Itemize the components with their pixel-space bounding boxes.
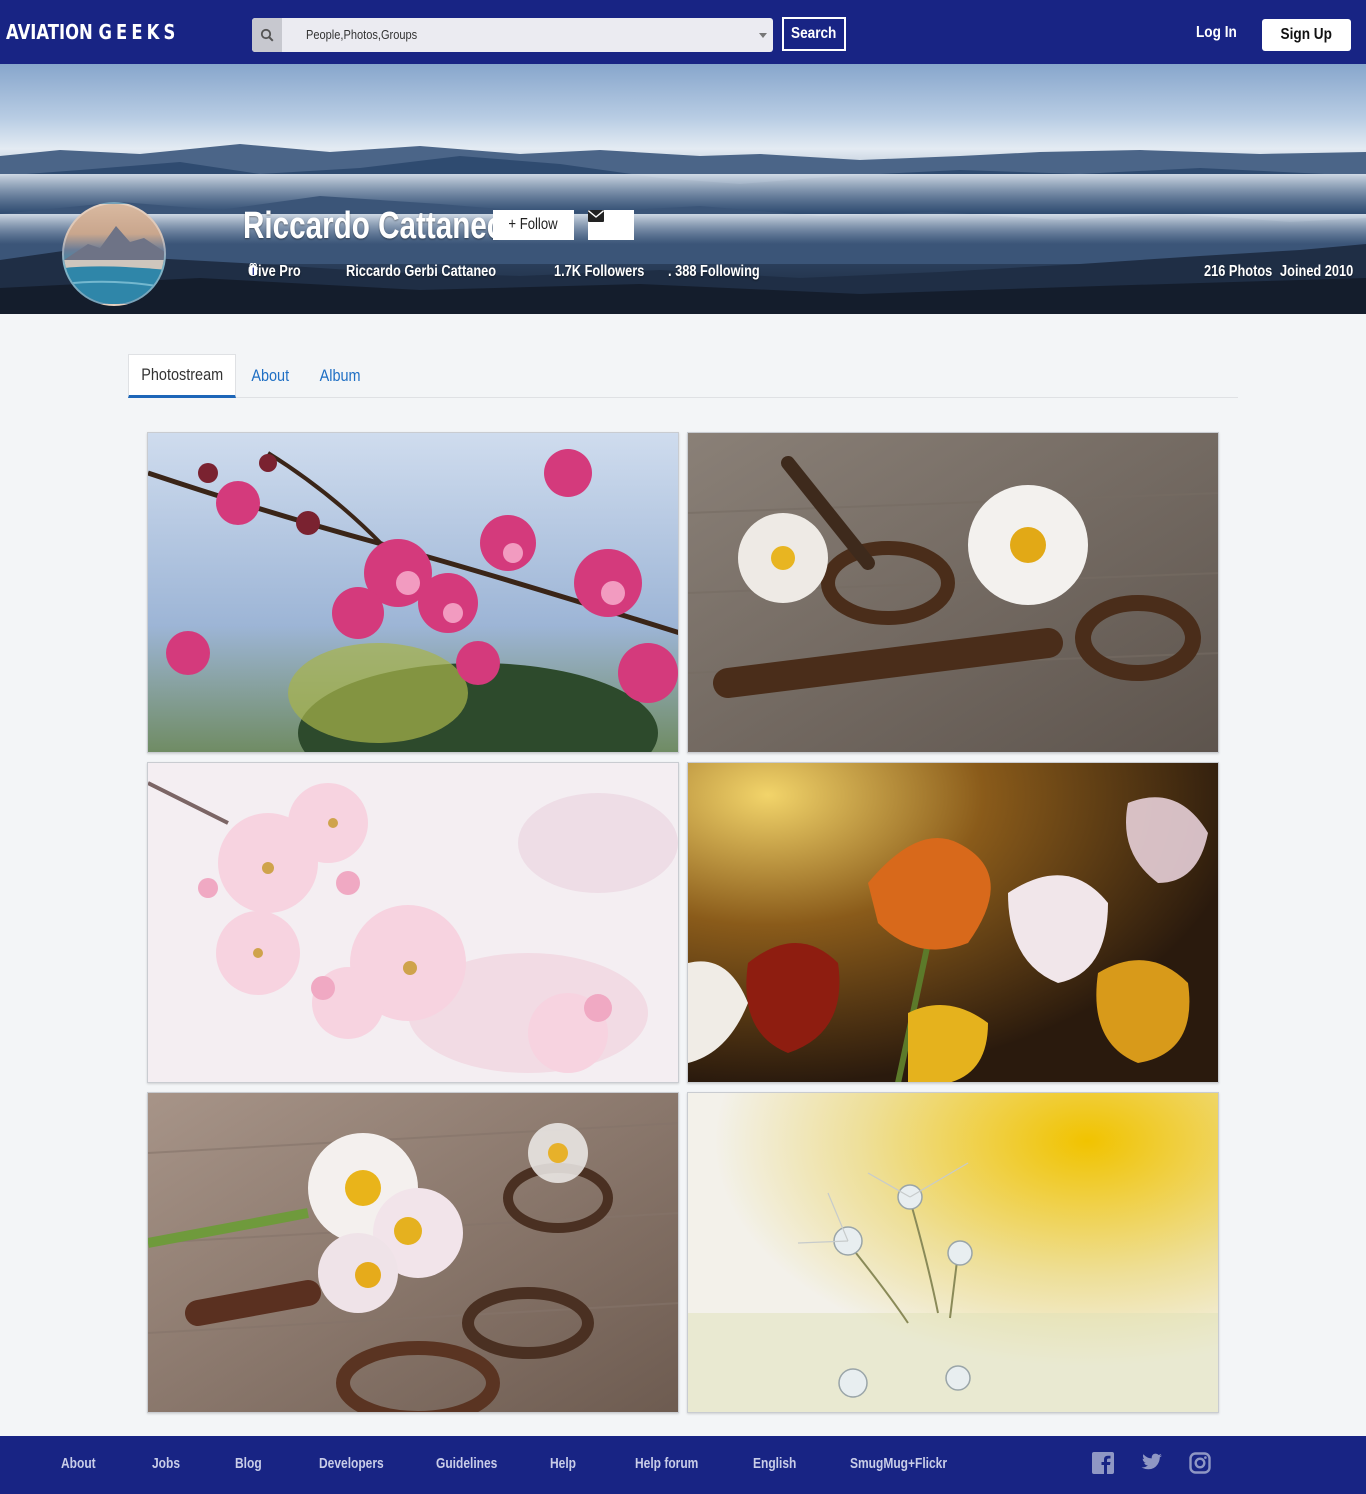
facebook-icon[interactable]: [1092, 1452, 1116, 1476]
give-pro-link[interactable]: Give Pro: [248, 263, 301, 281]
logo-prefix: AVIATION: [6, 20, 99, 44]
follow-button[interactable]: + Follow: [493, 210, 574, 240]
dandelion-droplets-image: [688, 1093, 1218, 1412]
twitter-icon[interactable]: [1141, 1452, 1165, 1476]
profile-avatar[interactable]: [62, 202, 166, 306]
tab-about[interactable]: About: [251, 354, 289, 398]
footer-link-developers[interactable]: Developers: [319, 1455, 384, 1472]
search-icon[interactable]: [252, 18, 282, 52]
joined-date: Joined 2010: [1280, 263, 1354, 280]
chevron-down-icon[interactable]: [759, 33, 767, 38]
footer-link-smugmug-flickr[interactable]: SmugMug+Flickr: [850, 1455, 947, 1472]
footer-link-blog[interactable]: Blog: [235, 1455, 262, 1472]
tulips-image: [688, 763, 1218, 1082]
gift-icon: [248, 263, 258, 275]
photo-tile[interactable]: [687, 762, 1219, 1083]
footer-link-guidelines[interactable]: Guidelines: [436, 1455, 497, 1472]
top-navigation-bar: AVIATION GEEKS People,Photos,Groups Sear…: [0, 0, 1366, 64]
footer-link-language[interactable]: English: [753, 1455, 796, 1472]
logo-suffix: GEEKS: [98, 20, 180, 44]
footer-link-help[interactable]: Help: [550, 1455, 576, 1472]
tab-label: Album: [319, 366, 361, 385]
photo-tile[interactable]: [687, 1092, 1219, 1413]
pink-blossoms-image: [148, 433, 678, 752]
footer-link-jobs[interactable]: Jobs: [152, 1455, 180, 1472]
daisies-keys-image: [688, 433, 1218, 752]
avatar-image: [64, 226, 164, 304]
search-button-label: Search: [791, 25, 837, 42]
site-footer: About Jobs Blog Developers Guidelines He…: [0, 1436, 1366, 1494]
signup-button-label: Sign Up: [1280, 26, 1333, 43]
tab-label: About: [251, 366, 289, 385]
photo-tile[interactable]: [147, 1092, 679, 1413]
photo-tile[interactable]: [147, 432, 679, 753]
footer-link-about[interactable]: About: [61, 1455, 96, 1472]
followers-count[interactable]: 1.7K Followers: [554, 263, 644, 281]
profile-tabs: Photostream About Album: [128, 354, 1238, 398]
tab-photostream[interactable]: Photostream: [128, 354, 236, 398]
footer-link-help-forum[interactable]: Help forum: [635, 1455, 698, 1472]
search-button[interactable]: Search: [782, 17, 846, 51]
tab-album[interactable]: Album: [318, 354, 362, 398]
tab-label: Photostream: [141, 365, 223, 384]
signup-button[interactable]: Sign Up: [1262, 19, 1351, 51]
instagram-icon[interactable]: [1189, 1452, 1213, 1476]
daisy-bouquet-image: [148, 1093, 678, 1412]
message-button[interactable]: [588, 210, 634, 240]
envelope-icon: [588, 210, 604, 222]
profile-cover-banner: Riccardo Cattaneo + Follow Give Pro Ricc…: [0, 64, 1366, 314]
site-logo[interactable]: AVIATION GEEKS: [6, 20, 179, 44]
following-count[interactable]: . 388 Following: [668, 263, 760, 281]
photo-tile[interactable]: [687, 432, 1219, 753]
real-name: Riccardo Gerbi Cattaneo: [346, 263, 497, 280]
cherry-blossoms-image: [148, 763, 678, 1082]
profile-name: Riccardo Cattaneo: [243, 205, 505, 247]
search-box[interactable]: People,Photos,Groups: [252, 18, 773, 52]
photo-tile[interactable]: [147, 762, 679, 1083]
search-scope-select[interactable]: People,Photos,Groups: [306, 27, 417, 42]
login-link[interactable]: Log In: [1196, 24, 1237, 42]
follow-button-label: + Follow: [508, 216, 559, 233]
photos-count: 216 Photos: [1204, 263, 1273, 280]
